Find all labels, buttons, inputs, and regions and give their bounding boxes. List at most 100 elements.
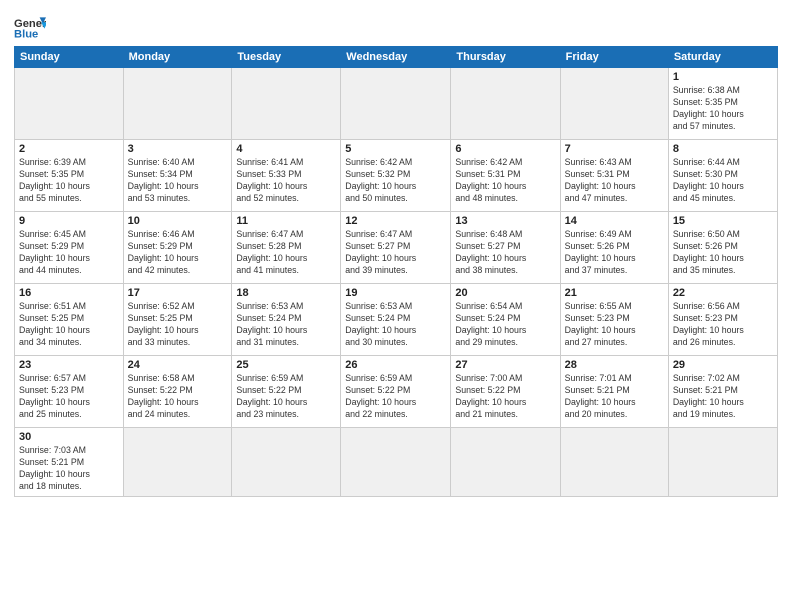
day-info: Sunrise: 6:55 AM Sunset: 5:23 PM Dayligh… — [565, 301, 664, 349]
calendar-cell: 26Sunrise: 6:59 AM Sunset: 5:22 PM Dayli… — [341, 356, 451, 428]
day-info: Sunrise: 6:52 AM Sunset: 5:25 PM Dayligh… — [128, 301, 228, 349]
day-number: 15 — [673, 215, 773, 227]
day-number: 19 — [345, 287, 446, 299]
calendar-cell: 1Sunrise: 6:38 AM Sunset: 5:35 PM Daylig… — [668, 68, 777, 140]
day-info: Sunrise: 6:51 AM Sunset: 5:25 PM Dayligh… — [19, 301, 119, 349]
calendar-cell: 6Sunrise: 6:42 AM Sunset: 5:31 PM Daylig… — [451, 140, 560, 212]
calendar-cell — [341, 428, 451, 497]
logo: General Blue — [14, 14, 50, 40]
day-info: Sunrise: 6:56 AM Sunset: 5:23 PM Dayligh… — [673, 301, 773, 349]
day-number: 12 — [345, 215, 446, 227]
day-info: Sunrise: 6:47 AM Sunset: 5:28 PM Dayligh… — [236, 229, 336, 277]
day-info: Sunrise: 6:58 AM Sunset: 5:22 PM Dayligh… — [128, 373, 228, 421]
day-info: Sunrise: 6:46 AM Sunset: 5:29 PM Dayligh… — [128, 229, 228, 277]
day-number: 27 — [455, 359, 555, 371]
day-header-wednesday: Wednesday — [341, 47, 451, 68]
calendar-cell: 16 Sunrise: 6:51 AM Sunset: 5:25 PM Dayli… — [15, 284, 124, 356]
day-info: Sunrise: 6:49 AM Sunset: 5:26 PM Dayligh… — [565, 229, 664, 277]
day-info: Sunrise: 6:48 AM Sunset: 5:27 PM Dayligh… — [455, 229, 555, 277]
calendar-cell: 24 Sunrise: 6:58 AM Sunset: 5:22 PM Dayli… — [123, 356, 232, 428]
calendar-cell: 19 Sunrise: 6:53 AM Sunset: 5:24 PM Dayli… — [341, 284, 451, 356]
calendar-week-row: 2 Sunrise: 6:39 AM Sunset: 5:35 PM Daylig… — [15, 140, 778, 212]
calendar-cell: 3 Sunrise: 6:40 AM Sunset: 5:34 PM Daylig… — [123, 140, 232, 212]
calendar-cell — [560, 428, 668, 497]
day-info: Sunrise: 6:42 AM Sunset: 5:32 PM Dayligh… — [345, 157, 446, 205]
day-header-thursday: Thursday — [451, 47, 560, 68]
calendar-cell: 27 Sunrise: 7:00 AM Sunset: 5:22 PM Dayli… — [451, 356, 560, 428]
day-info: Sunrise: 6:53 AM Sunset: 5:24 PM Dayligh… — [236, 301, 336, 349]
calendar-cell: 29 Sunrise: 7:02 AM Sunset: 5:21 PM Dayli… — [668, 356, 777, 428]
day-number: 21 — [565, 287, 664, 299]
day-info: Sunrise: 6:59 AM Sunset: 5:22 PM Dayligh… — [236, 373, 336, 421]
calendar-cell: 28 Sunrise: 7:01 AM Sunset: 5:21 PM Dayli… — [560, 356, 668, 428]
day-info: Sunrise: 6:43 AM Sunset: 5:31 PM Dayligh… — [565, 157, 664, 205]
day-info: Sunrise: 6:57 AM Sunset: 5:23 PM Dayligh… — [19, 373, 119, 421]
day-header-sunday: Sunday — [15, 47, 124, 68]
day-number: 6 — [455, 143, 555, 155]
day-info: Sunrise: 6:44 AM Sunset: 5:30 PM Dayligh… — [673, 157, 773, 205]
calendar-cell: 4 Sunrise: 6:41 AM Sunset: 5:33 PM Daylig… — [232, 140, 341, 212]
calendar-cell — [123, 428, 232, 497]
day-number: 5 — [345, 143, 446, 155]
calendar-cell: 23 Sunrise: 6:57 AM Sunset: 5:23 PM Dayli… — [15, 356, 124, 428]
calendar-header-row: SundayMondayTuesdayWednesdayThursdayFrid… — [15, 47, 778, 68]
day-info: Sunrise: 6:40 AM Sunset: 5:34 PM Dayligh… — [128, 157, 228, 205]
calendar-cell: 14 Sunrise: 6:49 AM Sunset: 5:26 PM Dayli… — [560, 212, 668, 284]
svg-text:Blue: Blue — [14, 28, 38, 40]
calendar-cell: 9 Sunrise: 6:45 AM Sunset: 5:29 PM Daylig… — [15, 212, 124, 284]
day-number: 13 — [455, 215, 555, 227]
day-info: Sunrise: 6:53 AM Sunset: 5:24 PM Dayligh… — [345, 301, 446, 349]
day-number: 3 — [128, 143, 228, 155]
day-number: 11 — [236, 215, 336, 227]
day-info: Sunrise: 7:00 AM Sunset: 5:22 PM Dayligh… — [455, 373, 555, 421]
day-number: 20 — [455, 287, 555, 299]
calendar-cell: 22 Sunrise: 6:56 AM Sunset: 5:23 PM Dayli… — [668, 284, 777, 356]
calendar-cell: 30 Sunrise: 7:03 AM Sunset: 5:21 PM Dayli… — [15, 428, 124, 497]
day-info: Sunrise: 7:01 AM Sunset: 5:21 PM Dayligh… — [565, 373, 664, 421]
day-header-friday: Friday — [560, 47, 668, 68]
header: General Blue — [14, 10, 778, 40]
calendar-cell: 7Sunrise: 6:43 AM Sunset: 5:31 PM Daylig… — [560, 140, 668, 212]
day-number: 24 — [128, 359, 228, 371]
day-number: 2 — [19, 143, 119, 155]
calendar-cell — [123, 68, 232, 140]
calendar-cell: 21 Sunrise: 6:55 AM Sunset: 5:23 PM Dayli… — [560, 284, 668, 356]
calendar-cell: 2 Sunrise: 6:39 AM Sunset: 5:35 PM Daylig… — [15, 140, 124, 212]
day-number: 16 — [19, 287, 119, 299]
day-header-monday: Monday — [123, 47, 232, 68]
day-number: 25 — [236, 359, 336, 371]
day-number: 30 — [19, 431, 119, 443]
calendar-page: General Blue SundayMondayTuesdayWednesda… — [0, 0, 792, 612]
day-number: 29 — [673, 359, 773, 371]
day-number: 4 — [236, 143, 336, 155]
day-number: 14 — [565, 215, 664, 227]
calendar-cell — [451, 68, 560, 140]
calendar-week-row: 16 Sunrise: 6:51 AM Sunset: 5:25 PM Dayli… — [15, 284, 778, 356]
day-info: Sunrise: 6:41 AM Sunset: 5:33 PM Dayligh… — [236, 157, 336, 205]
day-number: 23 — [19, 359, 119, 371]
day-info: Sunrise: 7:03 AM Sunset: 5:21 PM Dayligh… — [19, 445, 119, 493]
day-header-tuesday: Tuesday — [232, 47, 341, 68]
day-number: 22 — [673, 287, 773, 299]
day-number: 9 — [19, 215, 119, 227]
day-info: Sunrise: 6:47 AM Sunset: 5:27 PM Dayligh… — [345, 229, 446, 277]
calendar-cell: 20 Sunrise: 6:54 AM Sunset: 5:24 PM Dayli… — [451, 284, 560, 356]
day-info: Sunrise: 7:02 AM Sunset: 5:21 PM Dayligh… — [673, 373, 773, 421]
day-number: 28 — [565, 359, 664, 371]
day-number: 1 — [673, 71, 773, 83]
calendar-cell — [341, 68, 451, 140]
day-info: Sunrise: 6:39 AM Sunset: 5:35 PM Dayligh… — [19, 157, 119, 205]
calendar-table: SundayMondayTuesdayWednesdayThursdayFrid… — [14, 46, 778, 497]
day-info: Sunrise: 6:54 AM Sunset: 5:24 PM Dayligh… — [455, 301, 555, 349]
calendar-week-row: 1Sunrise: 6:38 AM Sunset: 5:35 PM Daylig… — [15, 68, 778, 140]
calendar-cell — [451, 428, 560, 497]
calendar-cell: 25 Sunrise: 6:59 AM Sunset: 5:22 PM Dayli… — [232, 356, 341, 428]
calendar-cell: 8Sunrise: 6:44 AM Sunset: 5:30 PM Daylig… — [668, 140, 777, 212]
calendar-cell — [232, 68, 341, 140]
calendar-cell: 15 Sunrise: 6:50 AM Sunset: 5:26 PM Dayli… — [668, 212, 777, 284]
day-info: Sunrise: 6:50 AM Sunset: 5:26 PM Dayligh… — [673, 229, 773, 277]
calendar-cell: 13 Sunrise: 6:48 AM Sunset: 5:27 PM Dayli… — [451, 212, 560, 284]
day-number: 18 — [236, 287, 336, 299]
logo-svg: General Blue — [14, 14, 46, 40]
day-info: Sunrise: 6:45 AM Sunset: 5:29 PM Dayligh… — [19, 229, 119, 277]
